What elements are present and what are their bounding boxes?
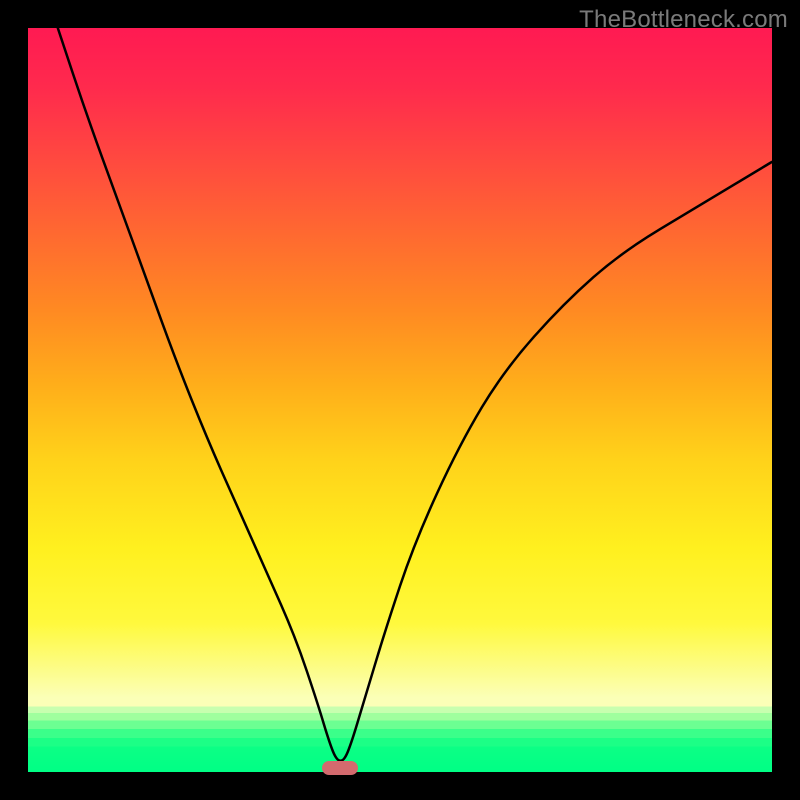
chart-plot-area	[28, 28, 772, 772]
optimal-point-marker	[322, 761, 358, 775]
bottleneck-curve	[28, 28, 772, 772]
